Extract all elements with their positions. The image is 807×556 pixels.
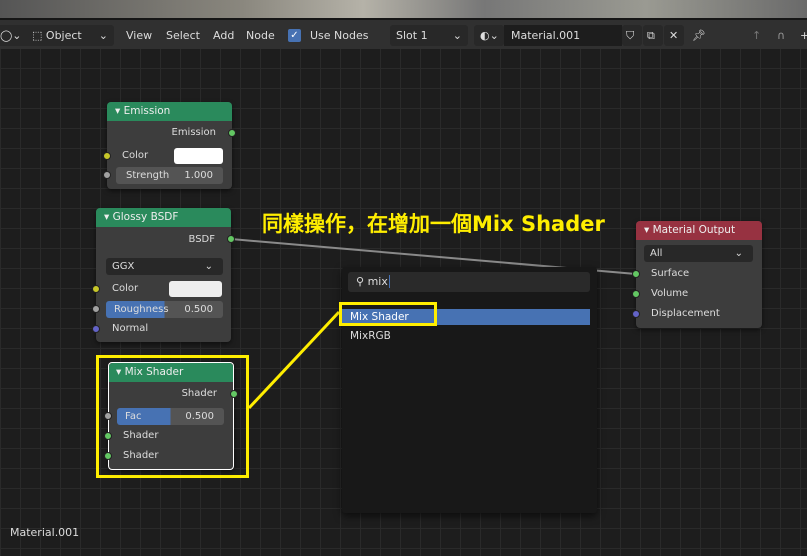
glossy-bsdf-node[interactable]: ▾ Glossy BSDF BSDF GGX ⌄ Color Roughness 0… <box>92 208 235 342</box>
distribution-dropdown[interactable]: GGX ⌄ <box>106 258 223 275</box>
volume-label: Volume <box>651 288 689 299</box>
shader-output-socket[interactable] <box>227 235 235 243</box>
shader-output-label: Shader <box>181 388 217 399</box>
emission-node[interactable]: ▾ Emission Emission Color Strength 1.000 <box>103 102 236 189</box>
shader-output-socket[interactable] <box>228 129 236 137</box>
shader-input-socket[interactable] <box>104 452 112 460</box>
material-output-node[interactable]: ▾ Material Output All ⌄ Surface Volume Di… <box>632 221 762 328</box>
node-header[interactable]: ▾ Emission <box>107 102 232 121</box>
color-input-socket[interactable] <box>103 152 111 160</box>
color-label: Color <box>112 283 139 294</box>
color-swatch[interactable] <box>174 148 223 164</box>
surface-input-socket[interactable] <box>632 270 640 278</box>
fac-input-socket[interactable] <box>104 412 112 420</box>
shader-input-label: Shader <box>123 430 159 441</box>
callout-line <box>247 310 341 410</box>
color-label: Color <box>122 150 149 161</box>
surface-label: Surface <box>651 268 690 279</box>
displacement-label: Displacement <box>651 308 720 319</box>
color-swatch[interactable] <box>169 281 222 297</box>
target-dropdown[interactable]: All ⌄ <box>644 245 753 262</box>
search-input[interactable]: ⚲ mix <box>348 272 590 292</box>
strength-field[interactable]: Strength 1.000 <box>116 167 223 184</box>
highlight-box-search-result <box>339 302 437 326</box>
material-name-footer: Material.001 <box>10 526 80 539</box>
color-input-socket[interactable] <box>92 285 100 293</box>
shader-input-socket[interactable] <box>104 432 112 440</box>
node-header[interactable]: ▾ Mix Shader <box>109 363 233 382</box>
bsdf-output-label: BSDF <box>188 234 215 245</box>
emission-output-label: Emission <box>171 127 217 138</box>
volume-input-socket[interactable] <box>632 290 640 298</box>
float-input-socket[interactable] <box>92 305 100 313</box>
float-input-socket[interactable] <box>103 171 111 179</box>
roughness-slider[interactable]: Roughness 0.500 <box>106 301 223 318</box>
vector-input-socket[interactable] <box>92 325 100 333</box>
node-header[interactable]: ▾ Material Output <box>636 221 762 240</box>
normal-label: Normal <box>112 323 149 334</box>
node-header[interactable]: ▾ Glossy BSDF <box>96 208 231 227</box>
search-result-mixrgb[interactable]: MixRGB <box>342 328 590 344</box>
search-icon: ⚲ <box>356 275 365 288</box>
mix-shader-node[interactable]: ▾ Mix Shader Shader Fac 0.500 Shader Shad… <box>104 362 238 470</box>
displacement-input-socket[interactable] <box>632 310 640 318</box>
fac-slider[interactable]: Fac 0.500 <box>117 408 224 425</box>
shader-output-socket[interactable] <box>230 390 238 398</box>
shader-input-label: Shader <box>123 450 159 461</box>
annotation-text: 同樣操作，在增加一個Mix Shader <box>262 212 605 236</box>
